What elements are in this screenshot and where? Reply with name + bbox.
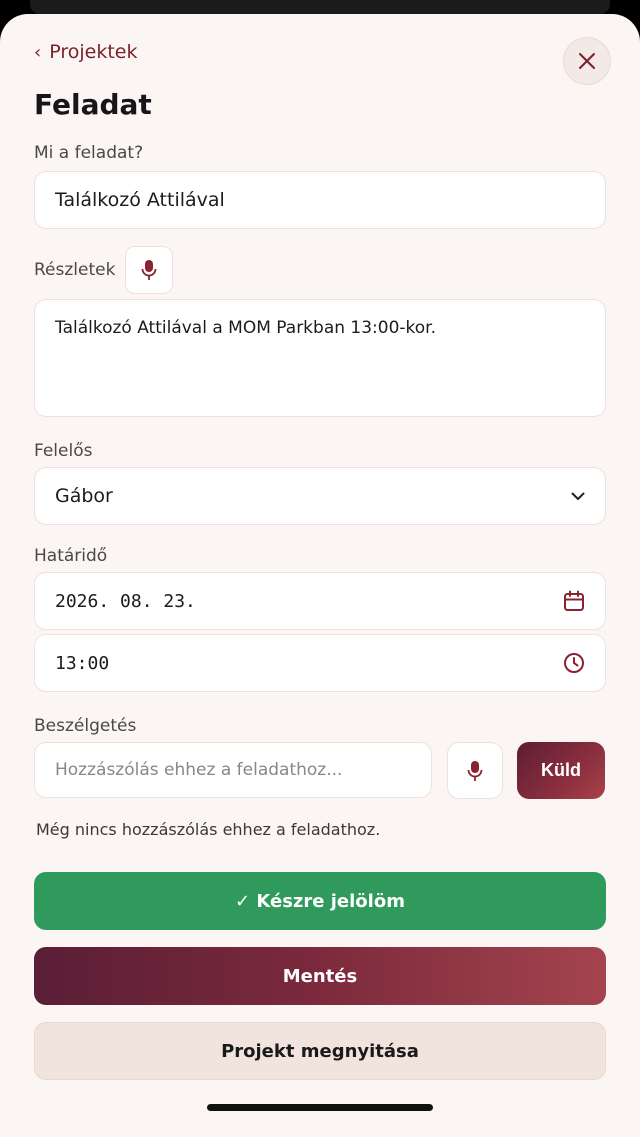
assignee-select-value: Gábor xyxy=(55,485,113,507)
task-label: Mi a feladat? xyxy=(34,143,144,163)
clock-icon[interactable] xyxy=(563,652,585,674)
time-input-value: 13:00 xyxy=(55,652,110,674)
status-bar-edge xyxy=(30,0,610,14)
details-voice-button[interactable] xyxy=(125,246,173,294)
empty-comments-text: Még nincs hozzászólás ehhez a feladathoz… xyxy=(36,820,381,839)
mark-done-button[interactable]: ✓ Készre jelölöm xyxy=(34,872,606,930)
details-textarea[interactable]: Találkozó Attilával a MOM Parkban 13:00-… xyxy=(34,299,606,417)
chevron-down-icon xyxy=(571,492,585,501)
time-input[interactable]: 13:00 xyxy=(34,634,606,692)
task-sheet: ‹ Projektek Feladat Mi a feladat? Találk… xyxy=(0,14,640,1137)
deadline-label: Határidő xyxy=(34,546,108,566)
assignee-select[interactable]: Gábor xyxy=(34,467,606,525)
close-button[interactable] xyxy=(563,37,611,85)
comment-voice-button[interactable] xyxy=(447,742,503,799)
date-input-value: 2026. 08. 23. xyxy=(55,590,196,612)
save-button[interactable]: Mentés xyxy=(34,947,606,1005)
back-link-label: Projektek xyxy=(49,41,138,63)
chevron-left-icon: ‹ xyxy=(34,41,42,63)
date-input[interactable]: 2026. 08. 23. xyxy=(34,572,606,630)
task-input-value: Találkozó Attilával xyxy=(55,189,225,211)
conversation-label: Beszélgetés xyxy=(34,716,137,736)
page-title: Feladat xyxy=(34,88,152,121)
home-indicator xyxy=(207,1104,433,1111)
microphone-icon xyxy=(467,760,483,782)
open-project-button[interactable]: Projekt megnyitása xyxy=(34,1022,606,1080)
send-comment-button[interactable]: Küld xyxy=(517,742,605,799)
details-label: Részletek xyxy=(34,260,116,280)
comment-input[interactable] xyxy=(34,742,432,798)
back-link[interactable]: ‹ Projektek xyxy=(34,41,137,63)
task-input[interactable]: Találkozó Attilával xyxy=(34,171,606,229)
close-icon xyxy=(578,52,596,70)
details-textarea-value: Találkozó Attilával a MOM Parkban 13:00-… xyxy=(55,318,437,338)
microphone-icon xyxy=(141,259,157,281)
assignee-label: Felelős xyxy=(34,441,93,461)
calendar-icon[interactable] xyxy=(563,590,585,612)
